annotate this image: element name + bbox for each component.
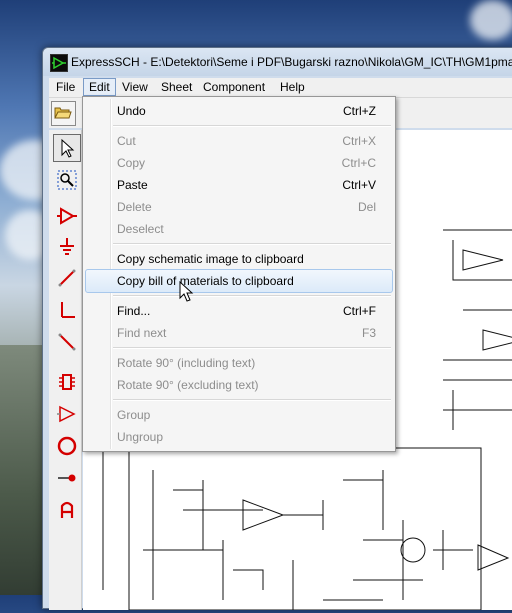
amplifier-icon [57,207,77,225]
circle-tool-button[interactable] [53,432,81,460]
line-icon [58,333,76,351]
menu-copy-shortcut: Ctrl+C [341,156,376,170]
wire-icon [58,269,76,287]
menu-group[interactable]: Group [85,404,393,426]
menu-ungroup[interactable]: Ungroup [85,426,393,448]
menu-find-next[interactable]: Find next F3 [85,322,393,344]
menu-delete[interactable]: Delete Del [85,196,393,218]
menu-find[interactable]: Find... Ctrl+F [85,300,393,322]
zoom-select-tool-button[interactable] [53,166,81,194]
menu-separator [113,347,391,349]
ground-icon [60,238,74,255]
component-toolbar [49,130,82,610]
menu-deselect[interactable]: Deselect [85,218,393,240]
opamp-tool-button[interactable] [53,400,81,428]
open-file-button[interactable] [51,101,76,126]
mouse-cursor-icon [179,281,194,302]
menu-ungroup-label: Ungroup [117,430,164,444]
menu-copy[interactable]: Copy Ctrl+C [85,152,393,174]
menu-delete-shortcut: Del [357,200,376,214]
menu-separator [113,295,391,297]
menu-help[interactable]: Help [275,79,310,95]
menu-copy-schematic-image[interactable]: Copy schematic image to clipboard [85,248,393,270]
text-tool-button[interactable] [53,496,81,524]
menu-find-label: Find... [117,304,151,318]
menu-find-shortcut: Ctrl+F [343,304,376,318]
ic-component-icon [59,374,75,390]
folder-open-icon [54,107,72,119]
menu-component[interactable]: Component [198,79,270,95]
bus-icon [61,302,75,318]
bus-tool-button[interactable] [53,296,81,324]
menu-find-next-shortcut: F3 [361,326,376,340]
circle-icon [57,436,77,456]
menu-view[interactable]: View [117,79,153,95]
menu-edit[interactable]: Edit [83,78,116,96]
amplifier-tool-button[interactable] [53,202,81,230]
menu-undo-label: Undo [117,104,146,118]
menu-copy-bom-label: Copy bill of materials to clipboard [117,274,294,288]
opamp-icon [57,405,76,423]
edit-menu-dropdown: Undo Ctrl+Z Cut Ctrl+X Copy Ctrl+C Paste… [82,96,396,452]
cloud [470,0,512,40]
menu-undo-shortcut: Ctrl+Z [343,104,376,118]
menu-rotate-including-text[interactable]: Rotate 90° (including text) [85,352,393,374]
menu-copy-label: Copy [117,156,146,170]
menu-deselect-label: Deselect [117,222,164,236]
wire-tool-button[interactable] [53,264,81,292]
junction-icon [58,474,76,482]
menu-rotate-including-label: Rotate 90° (including text) [117,356,256,370]
menu-cut[interactable]: Cut Ctrl+X [85,130,393,152]
menu-find-next-label: Find next [117,326,167,340]
menu-bar: File Edit View Sheet Component Help [49,78,512,98]
select-tool-button[interactable] [53,134,81,162]
menu-paste-label: Paste [117,178,148,192]
menu-paste-shortcut: Ctrl+V [342,178,376,192]
menu-separator [113,399,391,401]
text-icon [60,501,74,518]
app-icon [50,54,68,72]
window-title: ExpressSCH - E:\Detektori\Seme i PDF\Bug… [71,55,512,69]
menu-separator [113,243,391,245]
menu-copy-schematic-image-label: Copy schematic image to clipboard [117,252,304,266]
menu-delete-label: Delete [117,200,152,214]
zoom-select-icon [57,170,77,190]
menu-rotate-excluding-text[interactable]: Rotate 90° (excluding text) [85,374,393,396]
line-tool-button[interactable] [53,328,81,356]
select-arrow-icon [61,138,75,158]
menu-cut-shortcut: Ctrl+X [342,134,376,148]
menu-file[interactable]: File [51,79,80,95]
ground-tool-button[interactable] [53,232,81,260]
menu-copy-bill-of-materials[interactable]: Copy bill of materials to clipboard [85,269,393,293]
ic-component-tool-button[interactable] [53,368,81,396]
menu-undo[interactable]: Undo Ctrl+Z [85,100,393,122]
menu-separator [113,125,391,127]
junction-tool-button[interactable] [53,464,81,492]
menu-paste[interactable]: Paste Ctrl+V [85,174,393,196]
menu-group-label: Group [117,408,151,422]
menu-cut-label: Cut [117,134,136,148]
title-bar[interactable]: ExpressSCH - E:\Detektori\Seme i PDF\Bug… [43,48,512,76]
menu-sheet[interactable]: Sheet [156,79,197,95]
menu-rotate-excluding-label: Rotate 90° (excluding text) [117,378,259,392]
